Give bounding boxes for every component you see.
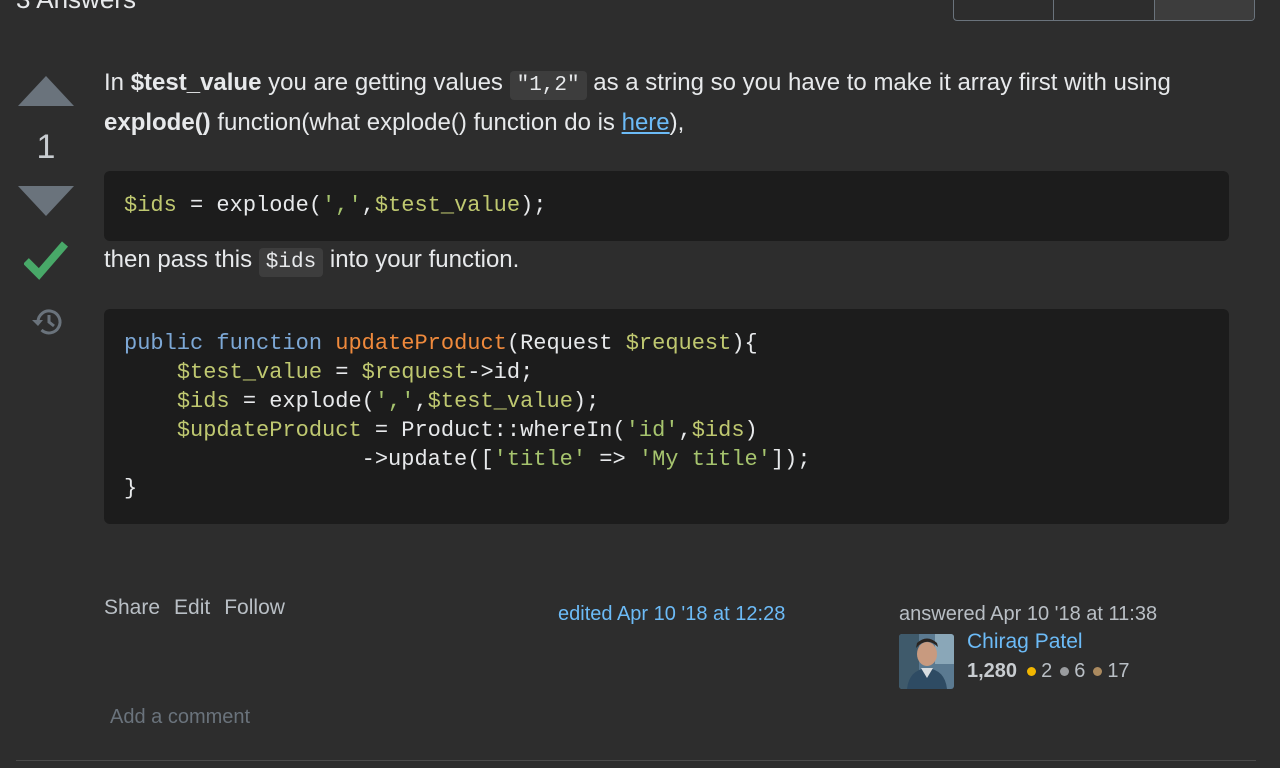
code-token: ->id;: [467, 360, 534, 385]
user-stats: 1,280 2 6 17: [967, 660, 1138, 683]
accepted-check-icon: [23, 240, 69, 285]
code-token: $request: [625, 331, 732, 356]
answer-paragraph-2: then pass this $ids into your function.: [104, 241, 1229, 281]
silver-badge-icon: [1060, 667, 1070, 676]
text: then pass this: [104, 246, 259, 273]
inline-code: "1,2": [509, 71, 587, 100]
post-menu: Share Edit Follow: [104, 596, 285, 620]
sort-tab-3[interactable]: [1154, 0, 1254, 20]
inline-code: $ids: [258, 248, 324, 277]
code-block-1: $ids = explode(',',$test_value);: [104, 171, 1229, 241]
avatar[interactable]: [899, 634, 954, 689]
code-token: ,: [361, 193, 375, 218]
code-token: ){: [731, 331, 758, 356]
vote-count: 1: [36, 128, 56, 166]
bronze-badge: 17: [1093, 660, 1130, 683]
code-token: 'My title': [638, 447, 771, 472]
sort-tab-2[interactable]: [1054, 0, 1155, 20]
text: as a string so you have to make it array…: [586, 69, 1171, 96]
history-icon[interactable]: [29, 307, 63, 342]
code-token: updateProduct: [335, 331, 507, 356]
code-token: 'title': [493, 447, 587, 472]
text: function(what explode() function do is: [210, 109, 622, 136]
vote-column: 1: [16, 76, 76, 342]
code-token: }: [124, 476, 138, 501]
code-token: ,: [678, 418, 692, 443]
answer-paragraph-1: In $test_value you are getting values "1…: [104, 64, 1229, 141]
vote-down-icon[interactable]: [18, 186, 74, 216]
code-token: ): [744, 418, 758, 443]
code-token: =: [322, 360, 362, 385]
bronze-badge-count: 17: [1107, 660, 1130, 682]
code-token: (Request: [506, 331, 626, 356]
answer-page: 3 Answers 1 In $test_value you are getti…: [0, 0, 1280, 768]
bronze-badge-icon: [1093, 667, 1103, 676]
code-token: public: [124, 331, 204, 356]
text: ),: [669, 109, 685, 136]
code-token: ,: [414, 389, 428, 414]
code-token: );: [520, 193, 547, 218]
follow-button[interactable]: Follow: [224, 596, 285, 620]
code-token: $ids: [124, 193, 177, 218]
answer-body: In $test_value you are getting values "1…: [104, 64, 1229, 524]
code-token: ',': [374, 389, 415, 414]
user-card: answered Apr 10 '18 at 11:38 Chirag Pate…: [899, 603, 1229, 689]
answers-count-heading: 3 Answers: [16, 0, 136, 15]
user-info: Chirag Patel 1,280 2 6 17: [967, 630, 1138, 689]
bold-text: explode(): [104, 109, 211, 136]
reputation-score: 1,280: [967, 660, 1018, 682]
gold-badge: 2: [1027, 660, 1052, 683]
code-token: =>: [586, 447, 639, 472]
code-token: $request: [361, 360, 468, 385]
vote-up-icon[interactable]: [18, 76, 74, 106]
sort-tab-1[interactable]: [954, 0, 1055, 20]
code-token: $test_value: [374, 193, 521, 218]
gold-badge-count: 2: [1041, 660, 1053, 682]
answered-timestamp: answered Apr 10 '18 at 11:38: [899, 603, 1158, 625]
code-token: ->update([: [361, 447, 494, 472]
code-token: $test_value: [176, 360, 323, 385]
code-token: $ids: [176, 389, 230, 414]
code-block-2: public function updateProduct(Request $r…: [104, 309, 1229, 524]
text: you are getting values: [261, 69, 510, 96]
silver-badge-count: 6: [1074, 660, 1086, 682]
user-name-link[interactable]: Chirag Patel: [967, 630, 1138, 654]
text: into your function.: [323, 246, 520, 273]
code-token: $test_value: [427, 389, 573, 414]
code-token: ]);: [770, 447, 811, 472]
code-token: = explode(: [176, 193, 323, 218]
bold-text: $test_value: [130, 69, 262, 96]
user-row: Chirag Patel 1,280 2 6 17: [899, 630, 1229, 689]
share-button[interactable]: Share: [104, 596, 160, 620]
here-link[interactable]: here: [622, 109, 670, 136]
text: In: [104, 69, 131, 96]
code-token: function: [216, 331, 323, 356]
code-token: = Product::whereIn(: [361, 418, 626, 443]
code-token: = explode(: [229, 389, 375, 414]
add-comment-link[interactable]: Add a comment: [110, 706, 250, 729]
divider: [16, 760, 1256, 761]
code-token: 'id': [625, 418, 679, 443]
silver-badge: 6: [1060, 660, 1085, 683]
gold-badge-icon: [1027, 667, 1037, 676]
sort-tabs: [953, 0, 1255, 21]
code-token: $updateProduct: [176, 418, 362, 443]
code-token: $ids: [691, 418, 745, 443]
code-token: ',': [322, 193, 362, 218]
code-token: );: [572, 389, 600, 414]
edit-button[interactable]: Edit: [174, 596, 210, 620]
edited-timestamp-link[interactable]: edited Apr 10 '18 at 12:28: [558, 603, 785, 626]
